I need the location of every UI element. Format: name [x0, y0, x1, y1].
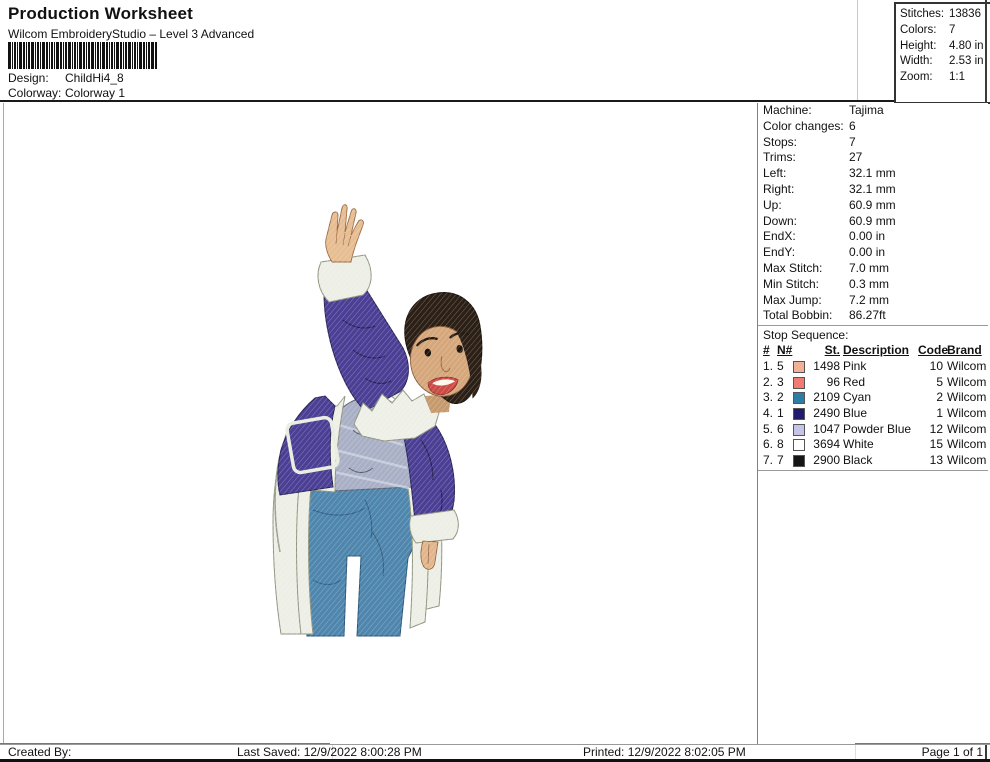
machine-info-row: Down:60.9 mm — [758, 214, 988, 230]
machine-info-row: EndY:0.00 in — [758, 245, 988, 261]
machine-info-panel: Machine:Tajima Color changes:6 Stops:7 T… — [757, 103, 988, 745]
figure-hand-raised — [326, 205, 364, 262]
colorway-value: Colorway 1 — [65, 86, 125, 100]
footer-cell-separator — [855, 745, 856, 759]
stop-sequence-row: 7.72900Black13Wilcom — [758, 453, 988, 469]
colorway-row: Colorway: Colorway 1 — [8, 86, 125, 100]
stop-sequence-row: 6.83694White15Wilcom — [758, 437, 988, 453]
stop-sequence-title: Stop Sequence: — [758, 328, 988, 343]
col-num: # — [763, 343, 777, 359]
figure-fur-cuff-right — [410, 510, 459, 543]
created-by-label: Created By: — [8, 745, 71, 759]
figure-jacket-left — [278, 396, 339, 495]
machine-info-row: Total Bobbin:86.27ft — [758, 308, 988, 324]
machine-info-row: Color changes:6 — [758, 119, 988, 135]
last-saved-text: Last Saved: 12/9/2022 8:00:28 PM — [237, 745, 422, 759]
thread-color-swatch — [793, 361, 805, 373]
thread-color-swatch — [793, 424, 805, 436]
stop-sequence-row: 3.22109Cyan2Wilcom — [758, 390, 988, 406]
stop-sequence-top-separator — [758, 325, 988, 326]
summary-row: Height:4.80 in — [900, 39, 990, 55]
stop-sequence-row: 4.12490Blue1Wilcom — [758, 406, 988, 422]
design-preview — [253, 200, 493, 645]
page-title: Production Worksheet — [8, 4, 193, 24]
machine-info-row: Min Stitch:0.3 mm — [758, 277, 988, 293]
summary-row: Stitches:13836 — [900, 7, 990, 23]
machine-info-row: EndX:0.00 in — [758, 229, 988, 245]
stop-sequence-bottom-separator — [758, 470, 988, 471]
machine-info-row: Stops:7 — [758, 135, 988, 151]
machine-info-row: Left:32.1 mm — [758, 166, 988, 182]
col-needle: N# — [777, 343, 793, 359]
footer-top-line — [0, 744, 990, 745]
stop-sequence-row: 2.396Red5Wilcom — [758, 375, 988, 391]
figure-head — [398, 287, 492, 411]
col-description: Description — [840, 343, 918, 359]
machine-info-row: Trims:27 — [758, 150, 988, 166]
design-value: ChildHi4_8 — [65, 71, 124, 85]
thread-color-swatch — [793, 439, 805, 451]
stop-sequence-row: 5.61047Powder Blue12Wilcom — [758, 422, 988, 438]
design-summary-box: Stitches:13836 Colors:7 Height:4.80 in W… — [894, 2, 990, 104]
thread-color-swatch — [793, 392, 805, 404]
thread-color-swatch — [793, 408, 805, 420]
software-subtitle: Wilcom EmbroideryStudio – Level 3 Advanc… — [8, 27, 254, 41]
production-worksheet-page: { "header": { "title": "Production Works… — [0, 0, 990, 762]
machine-info-row: Max Jump:7.2 mm — [758, 293, 988, 309]
stop-sequence-header-row: # N# St. Description Code Brand — [758, 343, 988, 359]
thread-color-swatch — [793, 455, 805, 467]
thread-color-swatch — [793, 377, 805, 389]
summary-row: Zoom:1:1 — [900, 70, 990, 86]
design-label: Design: — [8, 71, 65, 85]
header-divider-line — [0, 100, 988, 102]
page-number: Page 1 of 1 — [922, 745, 983, 759]
header-vertical-separator — [857, 0, 858, 100]
machine-info-row: Right:32.1 mm — [758, 182, 988, 198]
machine-info-row: Max Stitch:7.0 mm — [758, 261, 988, 277]
col-stitches: St. — [807, 343, 840, 359]
col-code: Code — [918, 343, 943, 359]
summary-row: Width:2.53 in — [900, 54, 990, 70]
figure-raised-arm — [318, 205, 408, 411]
figure-sleeve-raised — [324, 286, 408, 411]
stop-sequence-row: 1.51498Pink10Wilcom — [758, 359, 988, 375]
footer-segment-left — [0, 743, 330, 744]
design-name-row: Design: ChildHi4_8 — [8, 71, 124, 85]
col-brand: Brand — [943, 343, 987, 359]
footer-segment-right — [855, 743, 990, 744]
machine-info-row: Up:60.9 mm — [758, 198, 988, 214]
figure-jeans — [303, 481, 418, 636]
machine-info-row: Machine:Tajima — [758, 103, 988, 119]
printed-text: Printed: 12/9/2022 8:02:05 PM — [583, 745, 746, 759]
page-left-border — [3, 103, 4, 745]
design-barcode — [8, 42, 158, 69]
colorway-label: Colorway: — [8, 86, 65, 100]
summary-row: Colors:7 — [900, 23, 990, 39]
